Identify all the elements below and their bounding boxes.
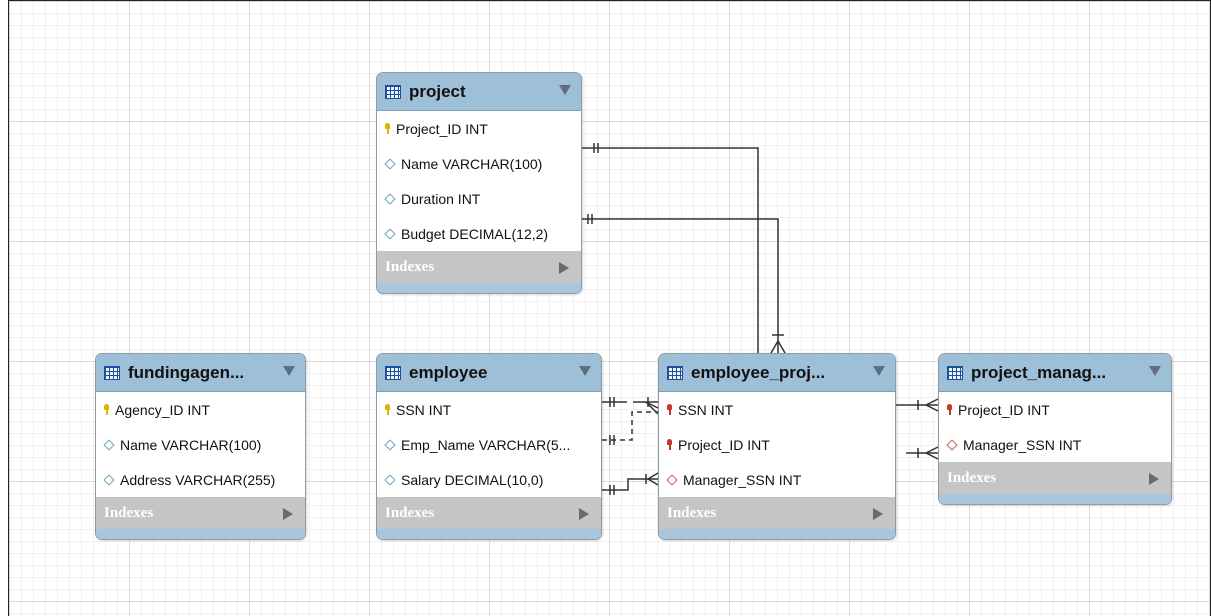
column-name: Project_ID INT xyxy=(396,120,488,137)
collapse-arrow-icon[interactable] xyxy=(579,366,591,376)
primary-key-icon xyxy=(385,404,390,415)
column-row[interactable]: SSN INT xyxy=(659,392,895,427)
table-header[interactable]: employee xyxy=(377,354,601,392)
table-header[interactable]: employee_proj... xyxy=(659,354,895,392)
indexes-section[interactable]: Indexes xyxy=(96,497,305,529)
table-title: employee_proj... xyxy=(691,362,826,382)
table-footer xyxy=(377,283,581,293)
column-row[interactable]: Budget DECIMAL(12,2) xyxy=(377,216,581,251)
table-header[interactable]: project_manag... xyxy=(939,354,1171,392)
column-row[interactable]: Salary DECIMAL(10,0) xyxy=(377,462,601,497)
column-diamond-icon xyxy=(103,473,115,486)
column-diamond-icon xyxy=(384,157,396,170)
collapse-arrow-icon[interactable] xyxy=(559,85,571,95)
foreign-key-icon xyxy=(667,439,672,450)
table-title: project xyxy=(409,81,466,101)
column-row[interactable]: Name VARCHAR(100) xyxy=(96,427,305,462)
collapse-arrow-icon[interactable] xyxy=(1149,366,1161,376)
indexes-section[interactable]: Indexes xyxy=(377,497,601,529)
table-footer xyxy=(377,529,601,539)
foreign-key-icon xyxy=(947,404,952,415)
table-title: fundingagen... xyxy=(128,362,245,382)
column-row[interactable]: Address VARCHAR(255) xyxy=(96,462,305,497)
foreign-column-diamond-icon xyxy=(666,473,678,486)
column-name: Emp_Name VARCHAR(5... xyxy=(401,436,571,453)
primary-key-icon xyxy=(104,404,109,415)
foreign-column-diamond-icon xyxy=(946,438,958,451)
table-project[interactable]: project Project_ID INT Name VARCHAR(100)… xyxy=(376,72,582,294)
table-icon xyxy=(104,365,120,380)
table-title: employee xyxy=(409,362,488,382)
column-row[interactable]: Manager_SSN INT xyxy=(939,427,1171,462)
table-header[interactable]: project xyxy=(377,73,581,111)
column-row[interactable]: Manager_SSN INT xyxy=(659,462,895,497)
table-employee-project[interactable]: employee_proj... SSN INT Project_ID INT … xyxy=(658,353,896,540)
indexes-label: Indexes xyxy=(385,258,435,275)
indexes-section[interactable]: Indexes xyxy=(659,497,895,529)
column-name: Project_ID INT xyxy=(678,436,770,453)
column-name: Agency_ID INT xyxy=(115,401,210,418)
column-row[interactable]: Duration INT xyxy=(377,181,581,216)
expand-arrow-icon[interactable] xyxy=(559,262,569,274)
column-name: Project_ID INT xyxy=(958,401,1050,418)
column-name: Manager_SSN INT xyxy=(683,471,802,488)
column-row[interactable]: Project_ID INT xyxy=(939,392,1171,427)
column-name: SSN INT xyxy=(678,401,734,418)
table-icon xyxy=(385,84,401,99)
column-name: SSN INT xyxy=(396,401,452,418)
indexes-section[interactable]: Indexes xyxy=(939,462,1171,494)
column-row[interactable]: Name VARCHAR(100) xyxy=(377,146,581,181)
column-name: Budget DECIMAL(12,2) xyxy=(401,225,549,242)
table-header[interactable]: fundingagen... xyxy=(96,354,305,392)
expand-arrow-icon[interactable] xyxy=(283,508,293,520)
table-icon xyxy=(667,365,683,380)
table-fundingagency[interactable]: fundingagen... Agency_ID INT Name VARCHA… xyxy=(95,353,306,540)
table-project-manager[interactable]: project_manag... Project_ID INT Manager_… xyxy=(938,353,1172,505)
column-name: Duration INT xyxy=(401,190,481,207)
column-diamond-icon xyxy=(384,227,396,240)
expand-arrow-icon[interactable] xyxy=(1149,473,1159,485)
table-employee[interactable]: employee SSN INT Emp_Name VARCHAR(5... S… xyxy=(376,353,602,540)
primary-key-icon xyxy=(385,123,390,134)
table-title: project_manag... xyxy=(971,362,1107,382)
column-row[interactable]: Project_ID INT xyxy=(659,427,895,462)
table-footer xyxy=(659,529,895,539)
column-name: Name VARCHAR(100) xyxy=(401,155,543,172)
column-name: Salary DECIMAL(10,0) xyxy=(401,471,544,488)
table-footer xyxy=(939,494,1171,504)
indexes-label: Indexes xyxy=(667,504,717,521)
expand-arrow-icon[interactable] xyxy=(579,508,589,520)
column-row[interactable]: SSN INT xyxy=(377,392,601,427)
table-icon xyxy=(385,365,401,380)
indexes-label: Indexes xyxy=(104,504,154,521)
column-name: Manager_SSN INT xyxy=(963,436,1082,453)
column-diamond-icon xyxy=(384,438,396,451)
column-name: Address VARCHAR(255) xyxy=(120,471,276,488)
foreign-key-icon xyxy=(667,404,672,415)
column-diamond-icon xyxy=(384,473,396,486)
collapse-arrow-icon[interactable] xyxy=(283,366,295,376)
column-row[interactable]: Agency_ID INT xyxy=(96,392,305,427)
column-row[interactable]: Project_ID INT xyxy=(377,111,581,146)
column-diamond-icon xyxy=(384,192,396,205)
table-footer xyxy=(96,529,305,539)
column-name: Name VARCHAR(100) xyxy=(120,436,262,453)
column-diamond-icon xyxy=(103,438,115,451)
column-row[interactable]: Emp_Name VARCHAR(5... xyxy=(377,427,601,462)
collapse-arrow-icon[interactable] xyxy=(873,366,885,376)
indexes-label: Indexes xyxy=(385,504,435,521)
indexes-label: Indexes xyxy=(947,469,997,486)
table-icon xyxy=(947,365,963,380)
indexes-section[interactable]: Indexes xyxy=(377,251,581,283)
expand-arrow-icon[interactable] xyxy=(873,508,883,520)
